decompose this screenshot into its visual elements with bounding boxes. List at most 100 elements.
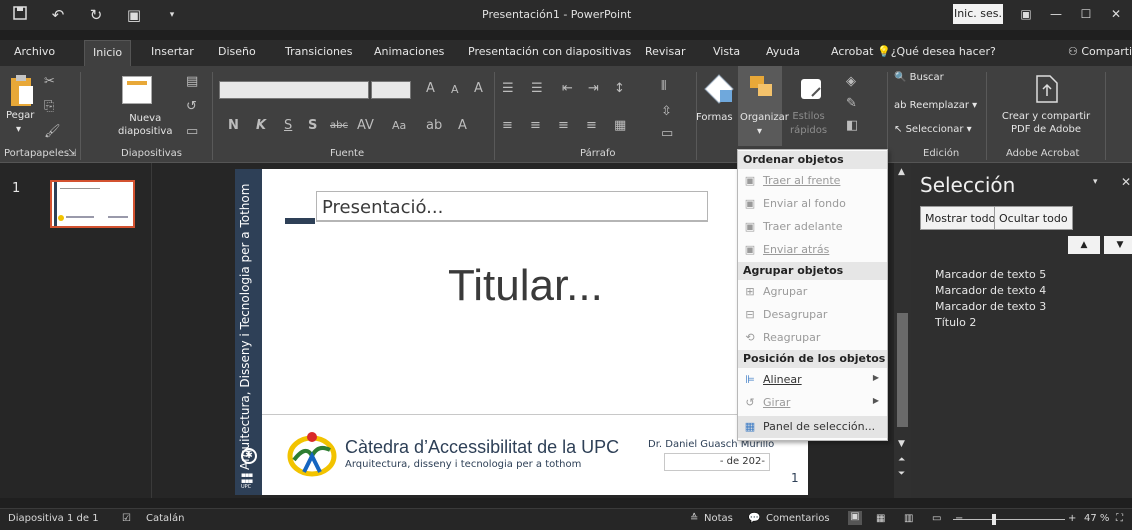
change-case-button[interactable]: Aa	[392, 119, 406, 132]
tab-vista[interactable]: Vista	[713, 45, 740, 58]
selection-item[interactable]: Marcador de texto 3	[935, 300, 1046, 313]
next-slide-icon[interactable]: ⏷	[898, 469, 905, 479]
clear-format-icon[interactable]: A	[474, 81, 483, 96]
send-backward-layer-button[interactable]: ▼	[1104, 236, 1132, 254]
layout-icon[interactable]: ▤	[186, 74, 198, 89]
font-color-icon[interactable]: A	[458, 118, 467, 133]
tab-presentacion[interactable]: Presentación con diapositivas	[468, 45, 631, 58]
spacing-button[interactable]: AV	[357, 118, 374, 133]
underline-button[interactable]: S	[284, 118, 292, 133]
slide-sorter-icon[interactable]: ▦	[876, 513, 885, 524]
zoom-slider-thumb[interactable]	[992, 514, 996, 525]
columns-icon[interactable]: ⫴	[661, 79, 666, 94]
zoom-level[interactable]: 47 %	[1084, 513, 1109, 524]
paste-button[interactable]: Pegar	[6, 110, 34, 121]
pane-options-icon[interactable]: ▾	[1093, 177, 1098, 187]
dialog-launcher-icon[interactable]: ⇲	[68, 148, 76, 159]
page-number[interactable]: 1	[791, 471, 799, 485]
arrange-button[interactable]: Organizar	[740, 112, 789, 123]
comments-icon[interactable]: 💬	[748, 513, 760, 524]
font-family-select[interactable]	[219, 81, 369, 99]
comments-button[interactable]: Comentarios	[766, 513, 830, 524]
normal-view-icon[interactable]: ▣	[848, 511, 862, 525]
shape-fill-icon[interactable]: ◈	[846, 74, 856, 89]
placeholder-presentacio[interactable]: Presentació...	[316, 191, 708, 221]
shrink-font-icon[interactable]: A	[451, 83, 459, 96]
menu-item-send-to-back[interactable]: ▣ Enviar al fondo	[738, 193, 887, 215]
replace-button[interactable]: ab Reemplazar ▾	[894, 100, 977, 111]
numbering-icon[interactable]: ☰	[531, 81, 543, 96]
find-button[interactable]: 🔍 Buscar	[894, 72, 944, 83]
show-all-button[interactable]: Mostrar todo	[920, 206, 1001, 230]
close-icon[interactable]: ✕	[1104, 4, 1128, 24]
redo-icon[interactable]: ↻	[86, 5, 106, 25]
tab-archivo[interactable]: Archivo	[14, 45, 55, 58]
smartart-icon[interactable]: ▭	[661, 126, 673, 141]
ribbon-display-options-icon[interactable]: ▣	[1014, 4, 1038, 24]
menu-item-selection-pane[interactable]: ▦ Panel de selección...	[738, 416, 887, 438]
select-button[interactable]: ↖ Seleccionar ▾	[894, 124, 972, 135]
paste-dropdown-icon[interactable]: ▾	[16, 124, 21, 135]
align-left-icon[interactable]: ≡	[502, 118, 513, 133]
shapes-button[interactable]: Formas	[696, 112, 733, 123]
language-indicator[interactable]: Catalán	[146, 513, 184, 524]
reset-icon[interactable]: ↺	[186, 99, 197, 114]
italic-button[interactable]: K	[256, 118, 266, 133]
create-share-pdf-button[interactable]: Crear y compartir PDF de Adobe	[992, 110, 1100, 136]
menu-item-regroup[interactable]: ⟲ Reagrupar	[738, 327, 887, 349]
menu-item-group[interactable]: ⊞ Agrupar	[738, 281, 887, 303]
cut-icon[interactable]: ✂	[44, 74, 55, 89]
date-placeholder[interactable]: - de 202-	[664, 453, 770, 471]
selection-item[interactable]: Marcador de texto 5	[935, 268, 1046, 281]
tab-diseno[interactable]: Diseño	[218, 45, 256, 58]
fit-to-window-icon[interactable]: ⛶	[1116, 513, 1123, 524]
grow-font-icon[interactable]: A	[426, 81, 435, 96]
vertical-scrollbar[interactable]: ▲ ▼ ⏶ ⏷	[894, 163, 911, 498]
text-direction-icon[interactable]: ⇳	[661, 104, 672, 119]
paste-icon[interactable]	[8, 74, 34, 108]
format-painter-icon[interactable]: 🖌	[44, 124, 61, 139]
new-slide-icon[interactable]	[122, 76, 152, 104]
menu-item-align[interactable]: ⊫ Alinear ▶	[738, 369, 887, 391]
highlight-icon[interactable]: ab	[426, 118, 442, 133]
slide-title[interactable]: Titular...	[448, 261, 603, 311]
decrease-indent-icon[interactable]: ⇤	[562, 81, 573, 96]
slideshow-icon[interactable]: ▭	[932, 513, 941, 524]
increase-indent-icon[interactable]: ⇥	[588, 81, 599, 96]
start-from-beginning-icon[interactable]: ▣	[124, 5, 144, 25]
tab-acrobat[interactable]: Acrobat	[831, 45, 873, 58]
bring-forward-layer-button[interactable]: ▲	[1068, 236, 1100, 254]
sign-in-button[interactable]: Inic. ses.	[953, 4, 1003, 24]
line-spacing-icon[interactable]: ↕	[614, 81, 625, 96]
bold-button[interactable]: N	[228, 118, 239, 133]
menu-item-send-backward[interactable]: ▣ Enviar atrás	[738, 239, 887, 261]
zoom-in-icon[interactable]: +	[1068, 513, 1076, 524]
shape-outline-icon[interactable]: ✎	[846, 96, 857, 111]
reading-view-icon[interactable]: ▥	[904, 513, 913, 524]
notes-button[interactable]: Notas	[704, 513, 733, 524]
tab-transiciones[interactable]: Transiciones	[285, 45, 352, 58]
selection-item[interactable]: Marcador de texto 4	[935, 284, 1046, 297]
previous-slide-icon[interactable]: ⏶	[898, 455, 905, 465]
shapes-icon[interactable]	[702, 72, 736, 106]
scroll-up-icon[interactable]: ▲	[898, 167, 905, 177]
section-icon[interactable]: ▭	[186, 124, 198, 139]
shape-effects-icon[interactable]: ◧	[846, 118, 858, 133]
new-slide-button[interactable]: Nueva diapositiva	[118, 112, 172, 138]
shadow-button[interactable]: S	[308, 118, 317, 133]
create-pdf-icon[interactable]	[1034, 74, 1060, 104]
menu-item-ungroup[interactable]: ⊟ Desagrupar	[738, 304, 887, 326]
share-button[interactable]: ⚇ Compartir	[1068, 45, 1132, 58]
strikethrough-button[interactable]: abc	[330, 120, 348, 131]
minimize-icon[interactable]: —	[1044, 4, 1068, 24]
tab-inicio[interactable]: Inicio	[84, 40, 132, 66]
tell-me-search[interactable]: 💡¿Qué desea hacer?	[877, 45, 996, 58]
tab-insertar[interactable]: Insertar	[151, 45, 194, 58]
align-right-icon[interactable]: ≡	[558, 118, 569, 133]
arrange-dropdown-icon[interactable]: ▾	[757, 126, 762, 137]
distributed-icon[interactable]: ▦	[614, 118, 626, 133]
spelling-icon[interactable]: ☑	[122, 513, 131, 524]
scrollbar-thumb[interactable]	[897, 313, 908, 427]
quick-styles-icon[interactable]	[798, 76, 824, 102]
copy-icon[interactable]: ⎘	[44, 99, 54, 114]
